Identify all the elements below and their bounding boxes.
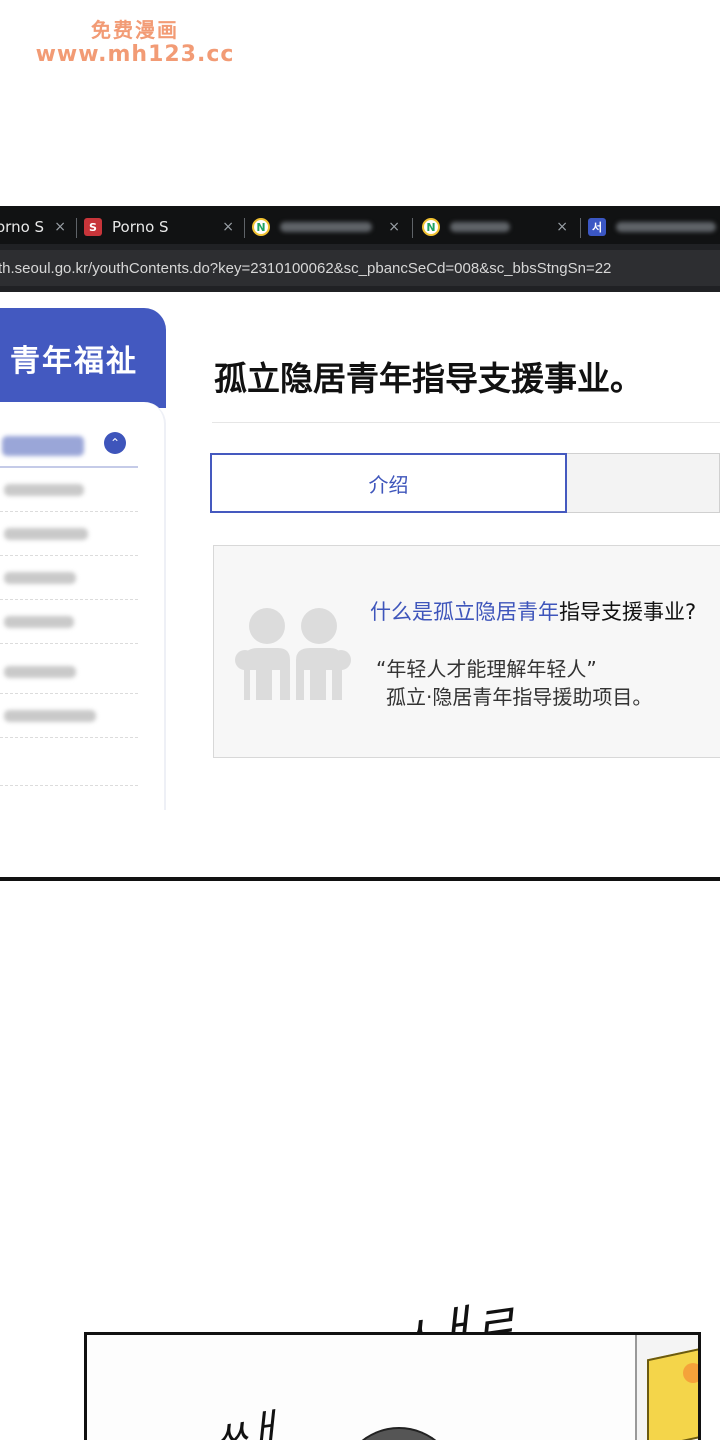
comic-panel [84, 1332, 701, 1440]
blurred-tab-title [616, 222, 716, 232]
close-tab-icon[interactable]: × [54, 219, 66, 235]
tab-strip: orno S × S Porno S × N × N × 서 [0, 206, 720, 244]
browser-window: orno S × S Porno S × N × N × 서 th.seoul.… [0, 206, 720, 292]
blurred-menu-label [2, 436, 84, 456]
title-divider [212, 422, 720, 423]
browser-tab-3[interactable]: N × [252, 210, 400, 244]
blurred-menu-label [4, 484, 84, 496]
tab-label: Porno S [112, 218, 169, 236]
blurred-menu-label [4, 666, 76, 678]
sidebar-title: 青年福祉 [10, 344, 138, 379]
browser-tab-4[interactable]: N × [422, 210, 568, 244]
sidebar-item[interactable] [0, 742, 138, 786]
tab-separator [412, 218, 413, 238]
url-text: th.seoul.go.kr/youthContents.do?key=2310… [0, 259, 612, 277]
close-tab-icon[interactable]: × [388, 219, 400, 235]
watermark: 免费漫画 www.mh123.cc [0, 18, 270, 68]
people-icon [235, 608, 351, 700]
blurred-menu-label [4, 528, 88, 540]
n-favicon-icon: N [252, 218, 270, 236]
panel-border [0, 877, 720, 881]
sidebar-item[interactable] [0, 694, 138, 738]
blurred-menu-label [4, 572, 76, 584]
intro-subtitle: 孤立·隐居青年指导援助项目。 [386, 685, 653, 709]
yellow-box-illustration [647, 1346, 698, 1440]
blurred-menu-label [4, 616, 74, 628]
blurred-tab-title [450, 222, 510, 232]
n-favicon-icon: N [422, 218, 440, 236]
sidebar-item[interactable] [0, 468, 138, 512]
tab-label: orno S [0, 218, 45, 236]
sidebar-item[interactable] [0, 600, 138, 644]
sidebar-item[interactable] [0, 512, 138, 556]
intro-question: 什么是孤立隐居青年指导支援事业? [370, 596, 696, 626]
close-tab-icon[interactable]: × [222, 219, 234, 235]
blurred-menu-label [4, 710, 96, 722]
intro-question-rest: 指导支援事业? [559, 600, 697, 624]
blurred-tab-title [280, 222, 372, 232]
chevron-up-icon[interactable]: ⌃ [104, 432, 126, 454]
tab-separator [76, 218, 77, 238]
tab-separator [580, 218, 581, 238]
seoul-favicon-icon: 서 [588, 218, 606, 236]
character-head-illustration [339, 1427, 459, 1440]
watermark-line-2: www.mh123.cc [35, 42, 235, 67]
sidebar-header: 青年福祉 [0, 308, 166, 408]
watermark-line-1: 免费漫画 [91, 18, 179, 42]
sidebar-item[interactable] [0, 650, 138, 694]
address-bar[interactable]: th.seoul.go.kr/youthContents.do?key=2310… [0, 250, 720, 286]
tab-intro[interactable]: 介绍 [210, 453, 567, 513]
sound-effect-text: ㅆㅐ [209, 1405, 282, 1440]
close-tab-icon[interactable]: × [556, 219, 568, 235]
browser-tab-1[interactable]: orno S × [0, 210, 66, 244]
tab-secondary[interactable] [567, 453, 720, 513]
orange-ball-illustration [683, 1363, 698, 1383]
page-title: 孤立隐居青年指导支援事业。 [214, 359, 643, 398]
sidebar-item[interactable] [0, 556, 138, 600]
browser-tab-5[interactable]: 서 [588, 210, 720, 244]
intro-question-highlight: 什么是孤立隐居青年 [370, 600, 559, 624]
intro-quote: “年轻人才能理解年轻人” [376, 657, 597, 681]
s-favicon-icon: S [84, 218, 102, 236]
browser-tab-2[interactable]: S Porno S × [84, 210, 234, 244]
tab-separator [244, 218, 245, 238]
